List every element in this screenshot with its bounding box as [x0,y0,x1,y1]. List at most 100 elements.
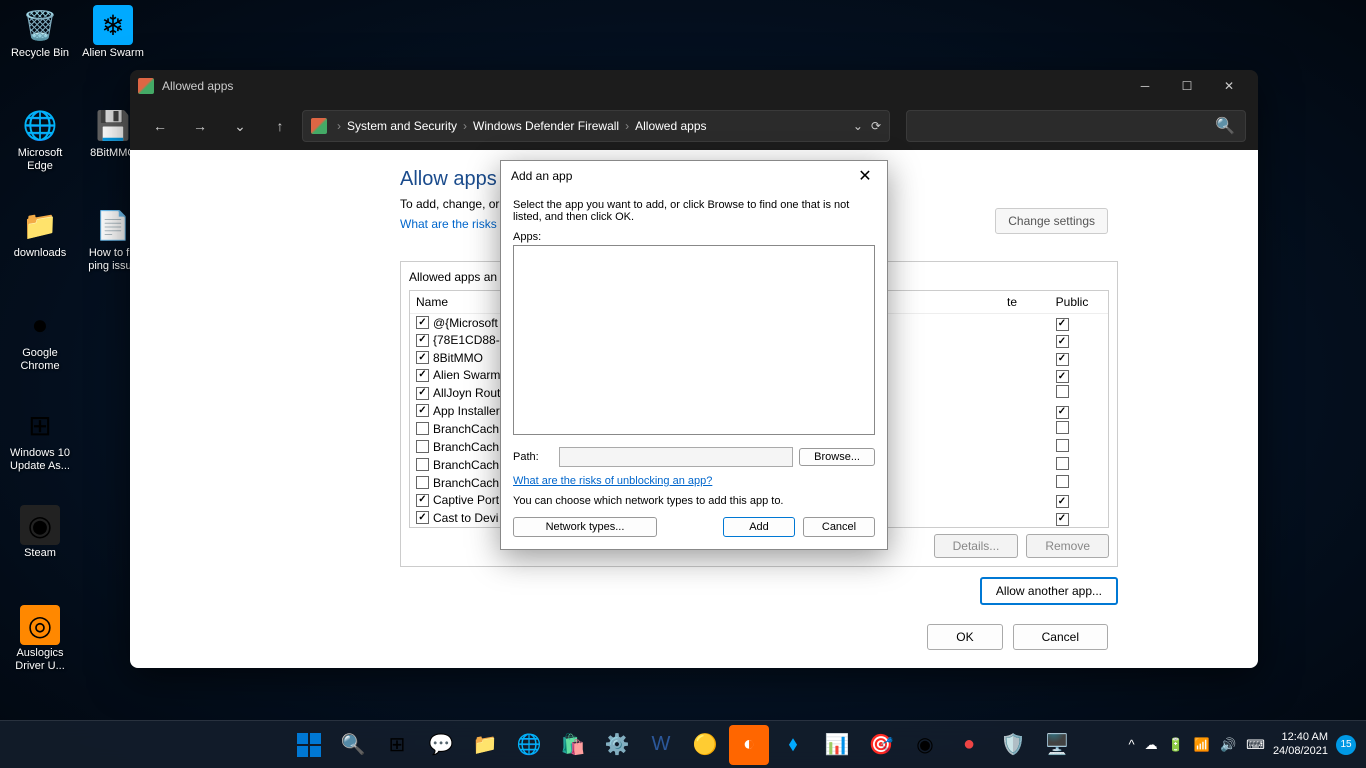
col-public[interactable]: Public [1042,295,1102,309]
allow-another-app-button[interactable]: Allow another app... [980,577,1118,605]
cancel-button[interactable]: Cancel [1013,624,1108,650]
tray-chevron-icon[interactable]: ^ [1129,737,1135,753]
control-panel-icon[interactable]: 🖥️ [1037,725,1077,765]
row-checkbox[interactable] [416,494,429,507]
language-icon[interactable]: ⌨ [1246,737,1265,753]
address-bar[interactable]: › System and Security › Windows Defender… [302,110,890,142]
recent-button[interactable]: ⌄ [222,110,258,142]
chrome-icon[interactable]: 🟡 [685,725,725,765]
taskbar[interactable]: 🔍 ⊞ 💬 📁 🌐 🛍️ ⚙️ W 🟡 ◐ ⬧ 📊 🎯 ◉ ● 🛡️ 🖥️ ^ … [0,720,1366,768]
notification-badge[interactable]: 15 [1336,735,1356,755]
public-checkbox[interactable] [1056,421,1069,434]
defender-icon[interactable]: 🛡️ [993,725,1033,765]
icon-glyph: 🌐 [20,105,60,145]
public-checkbox[interactable] [1056,439,1069,452]
clock[interactable]: 12:40 AM 24/08/2021 [1273,731,1328,757]
apps-listbox[interactable] [513,245,875,435]
row-checkbox[interactable] [416,351,429,364]
row-checkbox[interactable] [416,404,429,417]
chevron-down-icon[interactable]: ⌄ [853,119,863,133]
dialog-titlebar[interactable]: Add an app ✕ [501,161,887,191]
desktop-icon[interactable]: 🌐Microsoft Edge [5,105,75,173]
battery-icon[interactable]: 🔋 [1168,737,1184,753]
breadcrumb-3[interactable]: Allowed apps [631,119,710,133]
store-icon[interactable]: 🛍️ [553,725,593,765]
desktop-icon[interactable]: ⊞Windows 10 Update As... [5,405,75,473]
add-button[interactable]: Add [723,517,795,537]
close-button[interactable]: ✕ [1208,70,1250,102]
path-input[interactable] [559,447,793,467]
risks-link[interactable]: What are the risks [400,217,497,231]
public-checkbox[interactable] [1056,335,1069,348]
row-name: {78E1CD88-4 [433,333,506,347]
row-checkbox[interactable] [416,316,429,329]
public-checkbox[interactable] [1056,370,1069,383]
icon-label: Alien Swarm [78,47,148,60]
search-input[interactable]: 🔍 [906,110,1246,142]
public-checkbox[interactable] [1056,513,1069,526]
word-icon[interactable]: W [641,725,681,765]
col-private[interactable]: te [982,295,1042,309]
settings-icon[interactable]: ⚙️ [597,725,637,765]
back-button[interactable]: ← [142,110,178,142]
task-view-button[interactable]: ⊞ [377,725,417,765]
up-button[interactable]: ↑ [262,110,298,142]
refresh-icon[interactable]: ⟳ [871,119,881,133]
icon-glyph: ◎ [20,605,60,645]
apps-label: Apps: [513,231,875,243]
public-checkbox[interactable] [1056,318,1069,331]
ok-button[interactable]: OK [927,624,1002,650]
app-icon-2[interactable]: ⬧ [773,725,813,765]
dialog-close-button[interactable]: ✕ [853,166,877,186]
chat-icon[interactable]: 💬 [421,725,461,765]
row-checkbox[interactable] [416,476,429,489]
edge-icon[interactable]: 🌐 [509,725,549,765]
explorer-icon[interactable]: 📁 [465,725,505,765]
start-button[interactable] [289,725,329,765]
desktop-icon[interactable]: 📁downloads [5,205,75,260]
change-settings-button[interactable]: Change settings [995,208,1108,234]
breadcrumb-2[interactable]: Windows Defender Firewall [469,119,623,133]
desktop-icon[interactable]: ●Google Chrome [5,305,75,373]
volume-icon[interactable]: 🔊 [1220,737,1236,753]
wifi-icon[interactable]: 📶 [1194,737,1210,753]
remove-button[interactable]: Remove [1026,534,1109,558]
maximize-button[interactable]: ☐ [1166,70,1208,102]
desktop-icon[interactable]: ◉Steam [5,505,75,560]
public-checkbox[interactable] [1056,385,1069,398]
steam-icon[interactable]: ◉ [905,725,945,765]
row-checkbox[interactable] [416,422,429,435]
unblock-risks-link[interactable]: What are the risks of unblocking an app? [513,475,712,487]
row-checkbox[interactable] [416,458,429,471]
details-button[interactable]: Details... [934,534,1019,558]
forward-button[interactable]: → [182,110,218,142]
public-checkbox[interactable] [1056,495,1069,508]
public-checkbox[interactable] [1056,457,1069,470]
desktop-icon[interactable]: 🗑️Recycle Bin [5,5,75,60]
public-checkbox[interactable] [1056,475,1069,488]
row-checkbox[interactable] [416,334,429,347]
dialog-cancel-button[interactable]: Cancel [803,517,875,537]
onedrive-icon[interactable]: ☁ [1145,737,1158,753]
app-icon-1[interactable]: ◐ [729,725,769,765]
row-checkbox[interactable] [416,369,429,382]
app-icon-5[interactable]: ● [949,725,989,765]
browse-button[interactable]: Browse... [799,448,875,466]
desktop-icon[interactable]: ◎Auslogics Driver U... [5,605,75,673]
public-checkbox[interactable] [1056,406,1069,419]
search-button[interactable]: 🔍 [333,725,373,765]
row-checkbox[interactable] [416,440,429,453]
app-icon-3[interactable]: 📊 [817,725,857,765]
titlebar[interactable]: Allowed apps ─ ☐ ✕ [130,70,1258,102]
public-checkbox[interactable] [1056,353,1069,366]
row-checkbox[interactable] [416,511,429,524]
app-icon-4[interactable]: 🎯 [861,725,901,765]
desktop-icon[interactable]: ❄Alien Swarm [78,5,148,60]
system-tray[interactable]: ^ ☁ 🔋 📶 🔊 ⌨ 12:40 AM 24/08/2021 15 [1129,731,1357,757]
network-types-button[interactable]: Network types... [513,517,657,537]
row-checkbox[interactable] [416,387,429,400]
navbar: ← → ⌄ ↑ › System and Security › Windows … [130,102,1258,150]
minimize-button[interactable]: ─ [1124,70,1166,102]
breadcrumb-1[interactable]: System and Security [343,119,461,133]
icon-glyph: ⊞ [20,405,60,445]
